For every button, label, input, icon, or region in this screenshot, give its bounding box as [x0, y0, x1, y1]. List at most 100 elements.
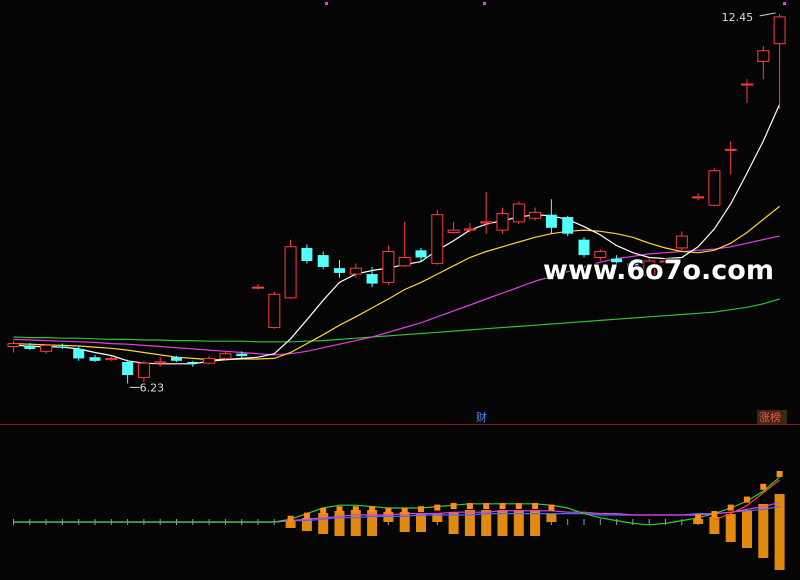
candle-body	[366, 274, 378, 284]
candle-body	[7, 343, 20, 348]
candle-body	[724, 148, 737, 151]
indicator-up-bar	[530, 510, 541, 522]
candle-body	[252, 286, 264, 289]
top-marker-dot	[325, 2, 328, 5]
candle-body	[431, 214, 444, 264]
indicator-up-bar	[513, 510, 524, 522]
candle-body	[415, 250, 427, 258]
min-price-label: 6.23	[140, 381, 165, 394]
candle-body	[56, 346, 68, 348]
candle-body	[24, 345, 36, 349]
candle-body	[73, 348, 85, 359]
candle-body	[268, 293, 281, 329]
indicator-down-bar	[318, 522, 329, 534]
indicator-marker	[515, 503, 522, 509]
candle-body	[447, 229, 460, 234]
indicator-marker	[760, 483, 767, 490]
candle	[512, 201, 525, 225]
indicator-up-bar	[497, 510, 508, 522]
candle-body	[675, 235, 688, 249]
indicator-down-bar	[285, 522, 296, 528]
candle-body	[40, 344, 53, 352]
top-marker-dot	[483, 2, 486, 5]
stock-chart-screen: 12.45 6.23 财 涨榜 www.6o7o.com	[0, 0, 800, 580]
candle-body	[480, 221, 493, 224]
price-panel-bg	[0, 0, 800, 425]
indicator-down-bar	[367, 522, 378, 536]
indicator-up-bar	[774, 494, 785, 522]
watermark-text: www.6o7o.com	[543, 255, 774, 286]
indicator-down-bar	[497, 522, 508, 536]
indicator-up-bar	[546, 513, 557, 522]
indicator-marker	[320, 507, 327, 514]
cai-marker: 财	[476, 410, 487, 424]
top-marker-dot	[783, 2, 786, 5]
indicator-down-bar	[530, 522, 541, 536]
indicator-marker	[287, 515, 294, 522]
candle	[284, 239, 297, 300]
candle-body	[529, 211, 542, 219]
indicator-marker	[776, 471, 783, 477]
indicator-down-bar	[758, 522, 769, 558]
candle-body	[578, 239, 590, 256]
candle-body	[317, 255, 329, 267]
indicator-down-bar	[774, 522, 785, 570]
zhangbang-marker: 涨榜	[759, 410, 781, 424]
indicator-down-bar	[742, 522, 752, 548]
indicator-down-bar	[448, 522, 459, 534]
candle-body	[382, 251, 395, 283]
indicator-down-bar	[725, 522, 736, 542]
candle-body	[708, 170, 721, 206]
candle-body	[284, 246, 297, 299]
indicator-down-bar	[416, 522, 426, 532]
candle-body	[187, 361, 199, 364]
candle-body	[334, 268, 345, 273]
indicator-marker	[744, 496, 750, 503]
candle-body	[692, 196, 705, 199]
candle-body	[89, 357, 101, 361]
candle-body	[463, 228, 476, 231]
price-candlestick-chart: 12.45 6.23 财 涨榜 www.6o7o.com	[0, 0, 800, 425]
candle-body	[301, 247, 313, 262]
indicator-marker	[548, 504, 555, 511]
indicator-marker	[418, 506, 424, 513]
indicator-down-bar	[709, 522, 720, 534]
indicator-marker	[450, 503, 457, 509]
candle-body	[154, 361, 167, 364]
candle	[562, 215, 574, 237]
indicator-up-bar	[432, 513, 443, 522]
indicator-down-bar	[350, 522, 361, 536]
max-price-label: 12.45	[722, 11, 754, 24]
indicator-marker	[466, 503, 473, 509]
indicator-down-bar	[301, 522, 312, 531]
indicator-marker	[483, 503, 490, 509]
candle	[382, 245, 395, 285]
candle-body	[562, 217, 574, 234]
indicator-marker	[303, 512, 310, 519]
indicator-down-bar	[399, 522, 410, 532]
candle	[708, 168, 721, 207]
indicator-bar-chart	[0, 425, 800, 580]
indicator-up-bar	[742, 510, 752, 522]
candle	[431, 209, 444, 265]
candle-body	[122, 361, 134, 376]
indicator-down-bar	[481, 522, 492, 536]
indicator-marker	[369, 506, 376, 513]
indicator-panel-bg	[0, 425, 800, 580]
indicator-marker	[711, 511, 718, 517]
candle-body	[203, 357, 216, 364]
indicator-marker	[499, 503, 506, 509]
indicator-marker	[401, 507, 408, 514]
candle-body	[171, 357, 182, 361]
candle	[268, 291, 281, 329]
indicator-down-bar	[513, 522, 524, 536]
candle-body	[773, 16, 786, 45]
candle-body	[496, 213, 509, 231]
indicator-marker	[727, 504, 734, 511]
candle-body	[741, 83, 753, 86]
indicator-marker	[532, 503, 539, 509]
indicator-marker	[434, 504, 441, 511]
candle-body	[236, 353, 248, 357]
candle-body	[137, 362, 150, 378]
indicator-down-bar	[693, 522, 704, 524]
